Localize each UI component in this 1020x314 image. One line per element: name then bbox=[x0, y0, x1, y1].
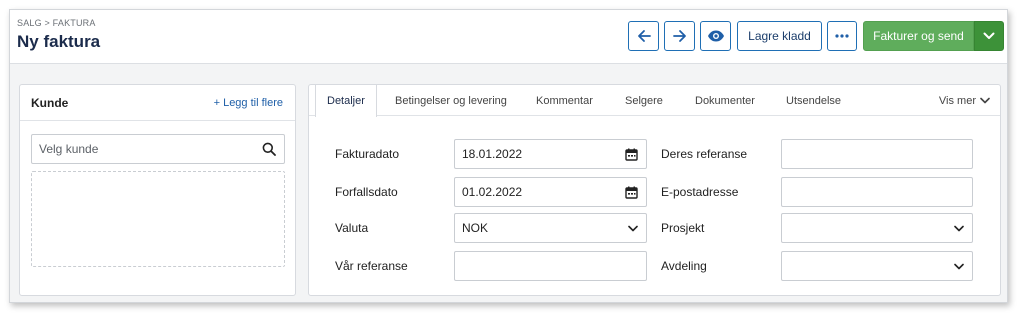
invoice-date-value: 18.01.2022 bbox=[462, 147, 523, 161]
show-more-tabs-button[interactable]: Vis mer bbox=[939, 85, 990, 116]
department-label: Avdeling bbox=[661, 259, 707, 273]
search-icon[interactable] bbox=[262, 142, 276, 156]
currency-select[interactable]: NOK bbox=[454, 213, 647, 243]
tab-label: Kommentar bbox=[536, 94, 593, 107]
customer-placeholder-area bbox=[31, 171, 285, 267]
page-header: SALG > FAKTURA Ny faktura Lagre kladd Fa… bbox=[10, 10, 1007, 64]
chevron-down-icon bbox=[954, 225, 964, 232]
customer-panel-title: Kunde bbox=[31, 96, 69, 110]
calendar-icon[interactable] bbox=[625, 148, 638, 161]
save-draft-label: Lagre kladd bbox=[748, 29, 811, 43]
tab-label: Utsendelse bbox=[786, 94, 842, 107]
tab-betingelser-og-levering[interactable]: Betingelser og levering bbox=[395, 85, 507, 116]
customer-panel: Kunde + Legg til flere bbox=[19, 84, 296, 296]
currency-value: NOK bbox=[462, 221, 489, 235]
customer-panel-header: Kunde + Legg til flere bbox=[20, 85, 295, 121]
more-actions-button[interactable] bbox=[827, 21, 857, 51]
preview-button[interactable] bbox=[700, 21, 731, 51]
eye-icon bbox=[707, 30, 724, 42]
show-more-label: Vis mer bbox=[938, 94, 976, 107]
invoice-window: SALG > FAKTURA Ny faktura Lagre kladd Fa… bbox=[9, 9, 1008, 303]
tab-label: Dokumenter bbox=[695, 94, 755, 107]
due-date-field[interactable]: 01.02.2022 bbox=[454, 177, 647, 207]
tab-label: Selgere bbox=[625, 94, 663, 107]
invoice-date-label: Fakturadato bbox=[335, 147, 400, 161]
invoice-date-field[interactable]: 18.01.2022 bbox=[454, 139, 647, 169]
department-select[interactable] bbox=[781, 251, 973, 281]
their-reference-input[interactable] bbox=[781, 139, 973, 169]
project-label: Prosjekt bbox=[661, 221, 705, 235]
tab-utsendelse[interactable]: Utsendelse bbox=[786, 85, 841, 116]
our-reference-input[interactable] bbox=[454, 251, 647, 281]
tab-selgere[interactable]: Selgere bbox=[625, 85, 663, 116]
breadcrumb[interactable]: SALG > FAKTURA bbox=[17, 18, 96, 28]
calendar-icon[interactable] bbox=[625, 186, 638, 199]
tab-label: Betingelser og levering bbox=[395, 94, 507, 107]
forward-button[interactable] bbox=[664, 21, 695, 51]
due-date-label: Forfallsdato bbox=[335, 185, 398, 199]
email-input[interactable] bbox=[781, 177, 973, 207]
chevron-down-icon bbox=[983, 32, 995, 39]
arrow-left-icon bbox=[637, 30, 651, 42]
page-title: Ny faktura bbox=[17, 32, 101, 51]
tab-detaljer[interactable]: Detaljer bbox=[315, 85, 377, 117]
chevron-down-icon bbox=[628, 225, 638, 232]
currency-label: Valuta bbox=[335, 221, 369, 235]
customer-search-field[interactable] bbox=[31, 134, 285, 164]
back-button[interactable] bbox=[628, 21, 659, 51]
tab-dokumenter[interactable]: Dokumenter bbox=[695, 85, 755, 116]
their-reference-label: Deres referanse bbox=[661, 147, 748, 161]
invoice-and-send-label: Fakturer og send bbox=[873, 29, 964, 43]
tab-kommentar[interactable]: Kommentar bbox=[536, 85, 593, 116]
tab-label: Detaljer bbox=[327, 95, 365, 107]
tab-bar: Detaljer Betingelser og levering Komment… bbox=[309, 85, 1000, 117]
arrow-right-icon bbox=[672, 30, 686, 42]
invoice-and-send-button[interactable]: Fakturer og send bbox=[863, 21, 974, 51]
save-draft-button[interactable]: Lagre kladd bbox=[737, 21, 822, 51]
invoice-send-options-button[interactable] bbox=[974, 21, 1004, 51]
add-more-customers-link[interactable]: + Legg til flere bbox=[214, 97, 283, 109]
customer-search-input[interactable] bbox=[32, 135, 242, 163]
chevron-down-icon bbox=[980, 97, 990, 104]
details-panel: Detaljer Betingelser og levering Komment… bbox=[308, 84, 1001, 296]
due-date-value: 01.02.2022 bbox=[462, 185, 523, 199]
project-select[interactable] bbox=[781, 213, 973, 243]
chevron-down-icon bbox=[954, 263, 964, 270]
our-reference-label: Vår referanse bbox=[335, 259, 408, 273]
email-label: E-postadresse bbox=[661, 185, 739, 199]
ellipsis-icon bbox=[835, 34, 849, 38]
